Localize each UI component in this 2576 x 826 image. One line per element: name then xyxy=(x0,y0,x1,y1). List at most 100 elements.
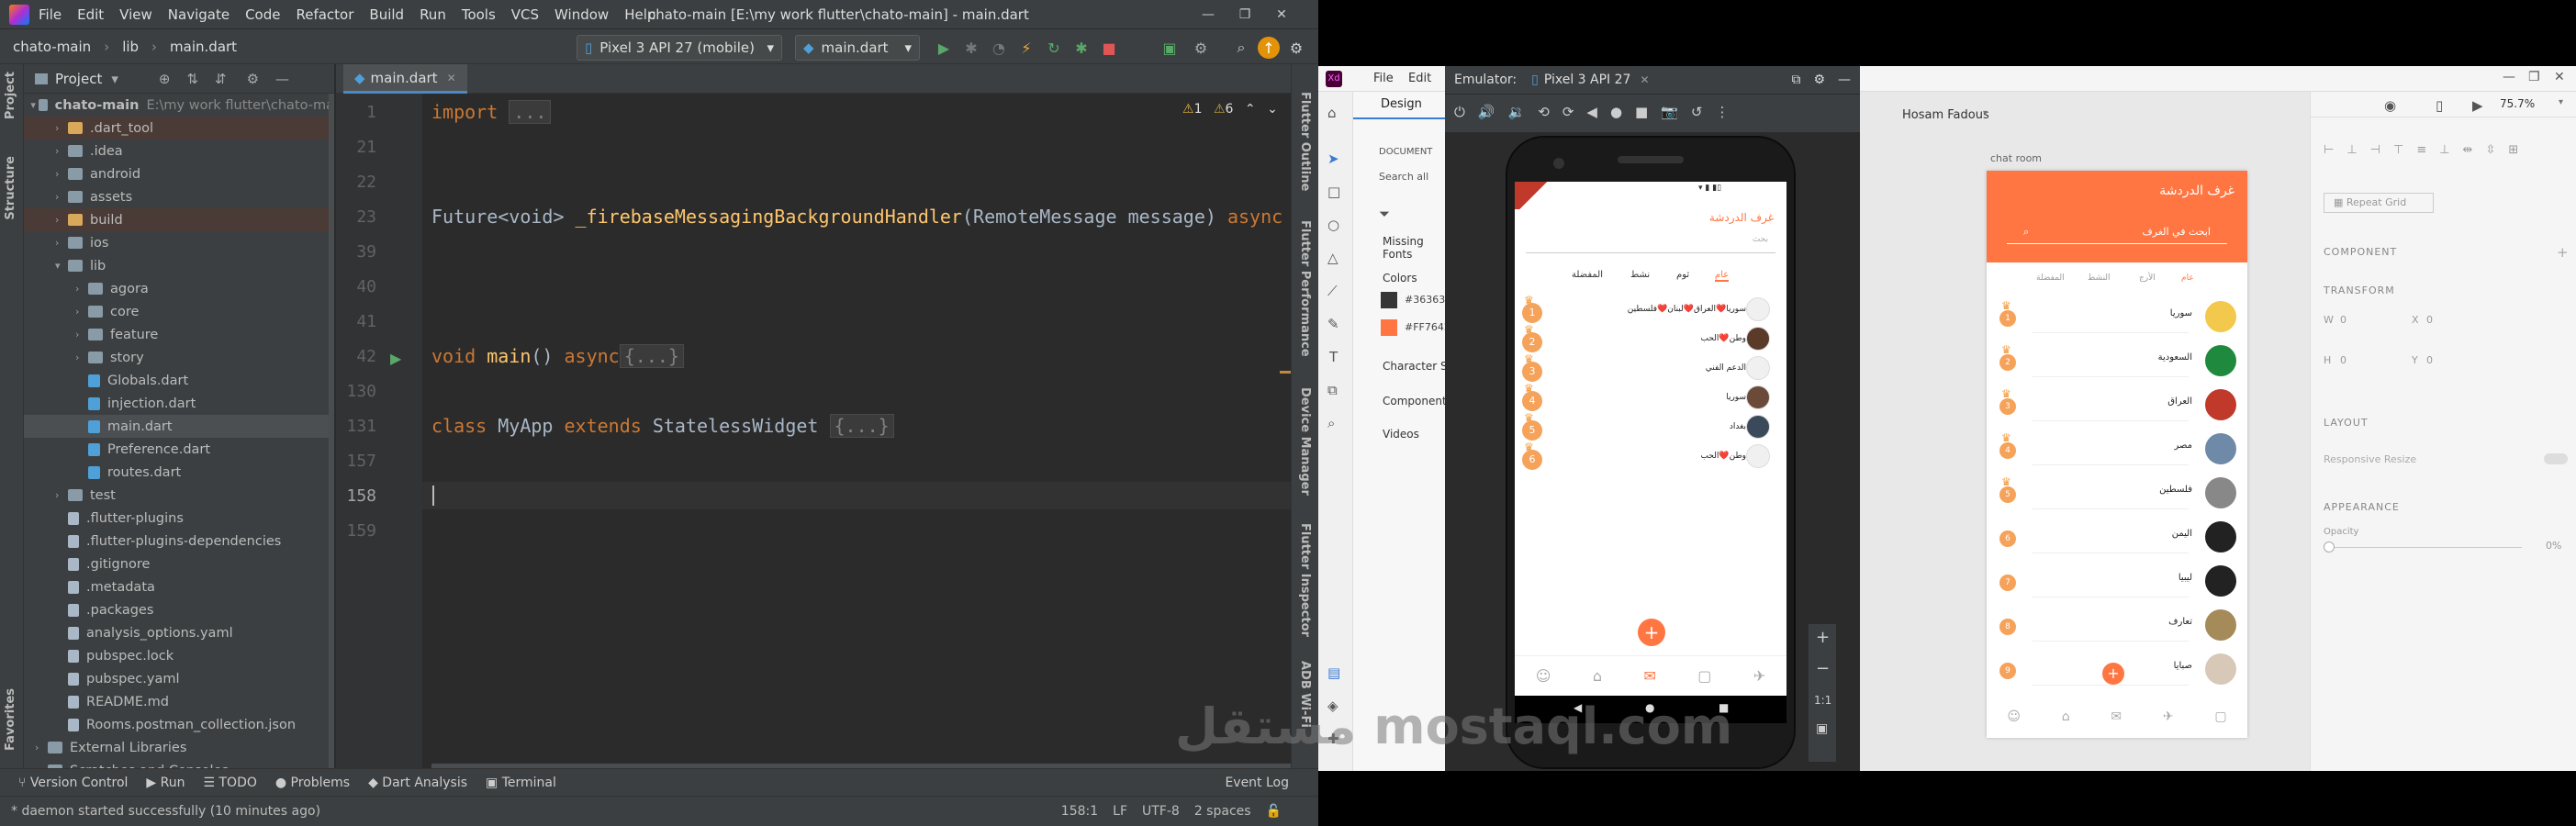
chat-rooms-icon[interactable]: ✉ xyxy=(1643,667,1655,685)
device-manager-tab[interactable]: Device Manager xyxy=(1298,387,1312,496)
event-log-tab[interactable]: Event Log xyxy=(1225,776,1289,790)
search-icon[interactable]: ⌕ xyxy=(1230,37,1252,59)
close-tab-icon[interactable]: ✕ xyxy=(1640,73,1649,86)
project-view-label[interactable]: Project xyxy=(55,71,102,87)
room-name[interactable]: الدعم الفني xyxy=(1706,363,1746,373)
chevron-right-icon[interactable]: › xyxy=(35,742,48,753)
tab-main-dart[interactable]: ◆ main.dart ✕ xyxy=(343,64,467,94)
version-control-tab[interactable]: ⑂ Version Control xyxy=(18,776,128,790)
debug-icon[interactable]: ✱ xyxy=(960,37,982,59)
code-line-42[interactable]: void main() async {...} xyxy=(431,344,684,368)
artboard-icon[interactable]: ⧉ xyxy=(1327,382,1338,398)
tree-item[interactable]: › ios xyxy=(24,231,334,254)
opacity-value[interactable]: 0% xyxy=(2546,540,2561,552)
ellipse-icon[interactable]: ○ xyxy=(1327,217,1339,233)
chevron-right-icon[interactable]: › xyxy=(75,329,88,340)
store-icon[interactable]: ⌂ xyxy=(1593,667,1602,685)
project-tool-tab[interactable]: Project xyxy=(4,72,17,119)
chevron-right-icon[interactable]: › xyxy=(55,122,68,134)
dart-analysis-tab[interactable]: ◆ Dart Analysis xyxy=(368,776,467,790)
asset-search-input[interactable]: Search all xyxy=(1379,171,1428,183)
folded-main-body[interactable]: {...} xyxy=(619,344,684,368)
lock-icon[interactable]: 🔓 xyxy=(1266,804,1282,819)
tree-item[interactable]: › assets xyxy=(24,185,334,208)
missing-fonts-section[interactable]: Missing Fonts xyxy=(1383,235,1445,261)
structure-tool-tab[interactable]: Structure xyxy=(4,156,17,220)
power-icon[interactable]: ⏻ xyxy=(1454,104,1465,120)
minimize-icon[interactable]: — xyxy=(2503,70,2515,84)
menu-code[interactable]: Code xyxy=(245,6,280,23)
align-middle-icon[interactable]: ≡ xyxy=(2416,143,2426,157)
sdk-manager-icon[interactable]: ⚙ xyxy=(1190,37,1212,59)
search-field[interactable] xyxy=(1526,233,1775,253)
back-icon[interactable]: ◀ xyxy=(1586,104,1597,120)
tree-item[interactable]: injection.dart xyxy=(24,392,334,415)
menu-navigate[interactable]: Navigate xyxy=(168,6,230,23)
room-name[interactable]: وطن❤️الحب xyxy=(1701,452,1746,461)
todo-tab[interactable]: ☰ TODO xyxy=(203,776,256,790)
y-input[interactable]: 0 xyxy=(2426,354,2433,366)
tab-tom[interactable]: ثوم xyxy=(1676,270,1689,280)
tree-item[interactable]: main.dart xyxy=(24,415,334,438)
room-avatar[interactable] xyxy=(1746,327,1770,351)
room-avatar[interactable] xyxy=(1746,356,1770,380)
locate-icon[interactable]: ⊕ xyxy=(159,71,171,87)
close-icon[interactable]: ✕ xyxy=(2554,70,2565,84)
stop-icon[interactable]: ■ xyxy=(1098,37,1120,59)
indent-setting[interactable]: 2 spaces xyxy=(1194,804,1251,819)
artboard-name[interactable]: chat room xyxy=(1990,152,2042,164)
chevron-right-icon[interactable]: › xyxy=(75,283,88,295)
triangle-icon[interactable]: △ xyxy=(1327,250,1338,266)
color-swatch-orange[interactable] xyxy=(1381,319,1397,336)
chevron-down-icon[interactable]: ▾ xyxy=(111,71,118,87)
distribute-h-icon[interactable]: ⇹ xyxy=(2463,143,2473,157)
camera-icon[interactable]: 📷 xyxy=(1661,104,1678,120)
share-user-icon[interactable]: ◉ xyxy=(2384,97,2396,114)
device-preview-icon[interactable]: ▯ xyxy=(2436,97,2443,114)
menu-window[interactable]: Window xyxy=(554,6,609,23)
chevron-right-icon[interactable]: › xyxy=(55,168,68,180)
close-tab-icon[interactable]: ✕ xyxy=(447,72,456,84)
zoom-icon[interactable]: ⌕ xyxy=(1327,415,1335,431)
text-icon[interactable]: T xyxy=(1329,349,1338,365)
tree-item[interactable]: analysis_options.yaml xyxy=(24,621,334,644)
responsive-resize-toggle[interactable] xyxy=(2544,453,2568,464)
chevron-up-icon[interactable]: ⌃ xyxy=(1245,102,1256,117)
close-icon[interactable]: ✕ xyxy=(1263,7,1300,22)
menu-view[interactable]: View xyxy=(119,6,152,23)
align-center-icon[interactable]: ⊥ xyxy=(2346,143,2357,157)
tree-item[interactable]: › android xyxy=(24,162,334,185)
maximize-icon[interactable]: ❐ xyxy=(1226,7,1263,22)
volume-down-icon[interactable]: 🔉 xyxy=(1508,104,1526,120)
menu-tools[interactable]: Tools xyxy=(462,6,496,23)
align-top-icon[interactable]: ⊤ xyxy=(2393,143,2403,157)
tree-item[interactable]: Globals.dart xyxy=(24,369,334,392)
actual-size-icon[interactable]: 1:1 xyxy=(1814,694,1831,707)
chevron-down-icon[interactable]: ▾ xyxy=(55,260,68,272)
tree-item[interactable]: pubspec.lock xyxy=(24,644,334,667)
distribute-v-icon[interactable]: ⇳ xyxy=(2485,143,2495,157)
tree-item[interactable]: › External Libraries xyxy=(24,736,334,759)
tree-item[interactable]: README.md xyxy=(24,690,334,713)
update-icon[interactable]: ↑ xyxy=(1258,37,1280,59)
line-icon[interactable]: ⟋ xyxy=(1327,283,1338,299)
more-align-icon[interactable]: ⊞ xyxy=(2508,143,2518,157)
align-bottom-icon[interactable]: ⊥ xyxy=(2439,143,2449,157)
more-icon[interactable]: ⋮ xyxy=(1716,104,1730,120)
color-swatch-dark[interactable] xyxy=(1381,292,1397,308)
snapshot-icon[interactable]: ↺ xyxy=(1691,104,1703,120)
rectangle-icon[interactable]: □ xyxy=(1327,184,1340,200)
run-tab[interactable]: ▶ Run xyxy=(146,776,185,790)
menu-run[interactable]: Run xyxy=(420,6,446,23)
tree-item[interactable]: ▾ chato-main E:\my work flutter\chato-ma xyxy=(24,94,334,117)
gear-icon[interactable]: ⚙ xyxy=(247,71,259,87)
chevron-right-icon[interactable]: › xyxy=(55,489,68,501)
volume-up-icon[interactable]: 🔊 xyxy=(1478,104,1495,120)
play-icon[interactable]: ▶ xyxy=(2472,97,2483,114)
emulator-device-tab[interactable]: Pixel 3 API 27 xyxy=(1544,73,1631,87)
favorites-tool-tab[interactable]: Favorites xyxy=(4,688,17,751)
maximize-icon[interactable]: ❐ xyxy=(2528,70,2540,84)
tree-item[interactable]: .packages xyxy=(24,598,334,621)
tree-item[interactable]: › test xyxy=(24,484,334,507)
design-mode-tab[interactable]: Design xyxy=(1353,92,1445,119)
